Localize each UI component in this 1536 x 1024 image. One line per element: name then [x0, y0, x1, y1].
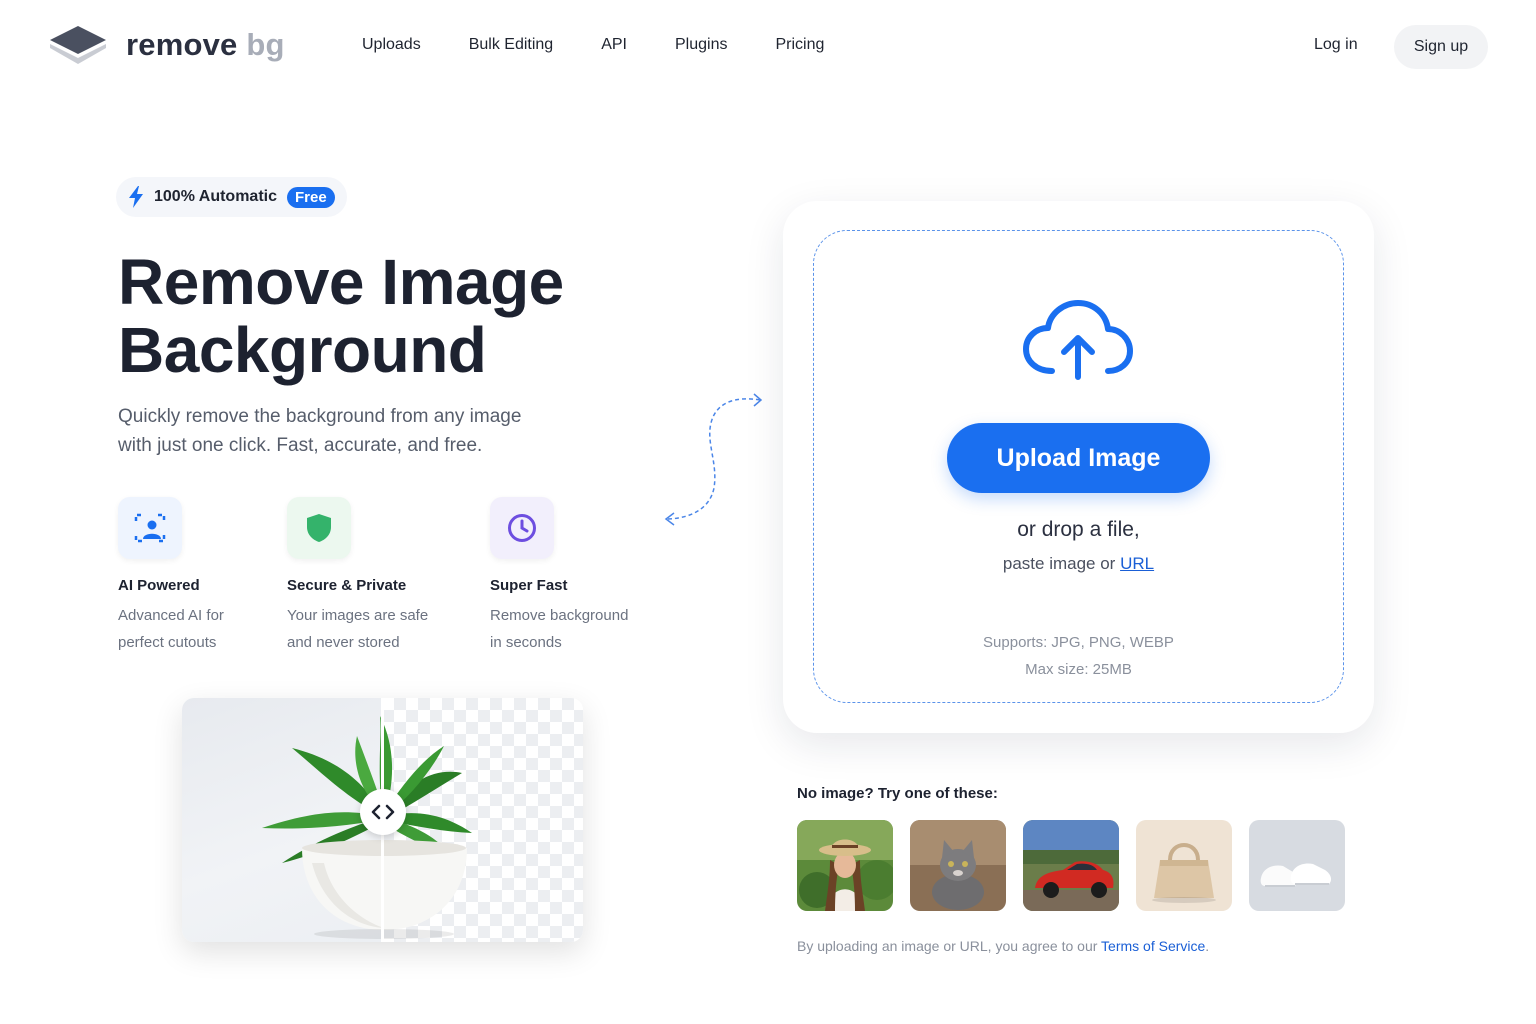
cloud-upload-icon: [1023, 300, 1133, 380]
upload-image-button[interactable]: Upload Image: [947, 423, 1210, 493]
chevron-left-right-icon: [371, 804, 395, 820]
samples-label: No image? Try one of these:: [797, 785, 998, 802]
subtitle-line-2: with just one click. Fast, accurate, and…: [118, 435, 483, 456]
sample-images: [797, 820, 1345, 911]
supported-formats: Supports: JPG, PNG, WEBP Max size: 25MB: [814, 629, 1343, 683]
page-subtitle: Quickly remove the background from any i…: [118, 402, 578, 460]
signup-button[interactable]: Sign up: [1394, 25, 1488, 69]
feature-desc: Advanced AI for perfect cutouts: [118, 607, 224, 651]
feature-desc: Remove background in seconds: [490, 607, 629, 651]
automatic-badge: 100% Automatic Free: [116, 177, 347, 217]
formats-text: Supports: JPG, PNG, WEBP: [983, 634, 1174, 651]
nav-uploads[interactable]: Uploads: [362, 36, 421, 54]
logo-wordmark: remove bg: [126, 27, 285, 62]
main-nav: Uploads Bulk Editing API Plugins Pricing: [362, 36, 872, 54]
top-header: remove bg Uploads Bulk Editing API Plugi…: [0, 0, 1536, 96]
compare-slider-handle[interactable]: [360, 789, 406, 835]
drop-file-text: or drop a file,: [1017, 518, 1140, 541]
login-link[interactable]: Log in: [1314, 36, 1358, 54]
sample-red-car[interactable]: [1023, 820, 1119, 911]
feature-title: Super Fast: [490, 577, 568, 594]
url-link[interactable]: URL: [1120, 554, 1154, 573]
title-line-1: Remove Image: [118, 246, 564, 318]
feature-ai-powered: AI Powered Advanced AI for perfect cutout…: [118, 497, 288, 656]
before-after-preview[interactable]: [182, 698, 583, 942]
feature-secure-private: Secure & Private Your images are safe and…: [287, 497, 457, 656]
nav-plugins[interactable]: Plugins: [675, 36, 727, 54]
paste-text: paste image or URL: [1002, 554, 1155, 573]
title-line-2: Background: [118, 314, 487, 386]
badge-text: 100% Automatic: [154, 188, 277, 205]
nav-bulk-editing[interactable]: Bulk Editing: [469, 36, 554, 54]
dashed-arrow-icon: [664, 393, 763, 526]
drop-zone[interactable]: Upload Image or drop a file, paste image…: [813, 230, 1344, 703]
feature-title: Secure & Private: [287, 577, 407, 594]
feature-desc: Your images are safe and never stored: [287, 607, 429, 651]
ai-person-icon: [118, 497, 182, 559]
subtitle-line-1: Quickly remove the background from any i…: [118, 406, 522, 427]
lightning-icon: [129, 186, 143, 208]
upload-card: Upload Image or drop a file, paste image…: [783, 201, 1374, 733]
logo-icon: [50, 26, 106, 64]
sample-sneakers[interactable]: [1249, 820, 1345, 911]
feature-title: AI Powered: [118, 577, 200, 594]
sample-cat[interactable]: [910, 820, 1006, 911]
clock-icon: [490, 497, 554, 559]
feature-super-fast: Super Fast Remove background in seconds: [490, 497, 660, 656]
sample-woman-in-hat[interactable]: [797, 820, 893, 911]
terms-link[interactable]: Terms of Service: [1101, 938, 1205, 954]
terms-notice: By uploading an image or URL, you agree …: [797, 938, 1210, 954]
free-pill: Free: [287, 186, 335, 208]
sample-handbag[interactable]: [1136, 820, 1232, 911]
page-title: Remove Image Background: [118, 248, 678, 384]
max-size-text: Max size: 25MB: [1025, 661, 1132, 678]
logo[interactable]: remove bg: [48, 22, 285, 68]
shield-icon: [287, 497, 351, 559]
nav-api[interactable]: API: [601, 36, 627, 54]
nav-pricing[interactable]: Pricing: [775, 36, 824, 54]
